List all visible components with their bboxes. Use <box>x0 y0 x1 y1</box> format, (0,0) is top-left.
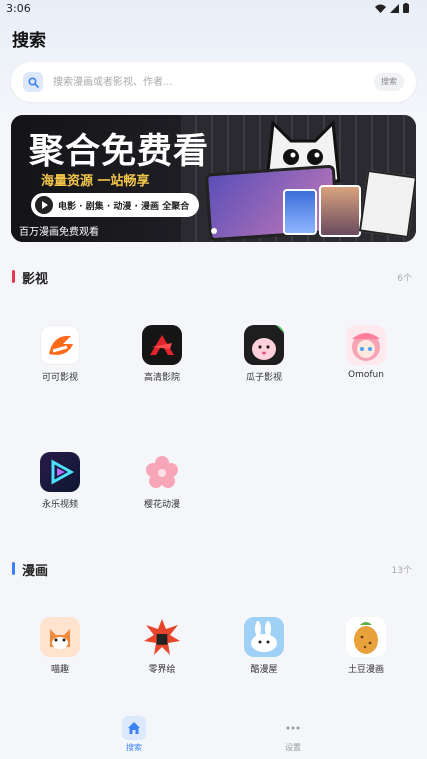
omofun-icon <box>346 325 386 365</box>
app-item[interactable]: 樱花动漫 <box>122 452 202 516</box>
svg-text:■: ■ <box>155 631 168 647</box>
section-title: 漫画 <box>22 564 49 579</box>
gaoqing-icon <box>142 325 182 365</box>
app-item[interactable]: 酷漫屋 <box>224 617 304 681</box>
section-count[interactable]: 6个 <box>397 271 412 284</box>
search-icon <box>23 72 43 92</box>
tab-search[interactable]: 搜索 <box>94 716 174 756</box>
app-name: 瓜子影视 <box>245 373 282 383</box>
status-bar: 3:06 <box>0 0 427 18</box>
page-title: 搜索 <box>12 31 46 51</box>
banner-card-image <box>283 189 317 235</box>
kumanwu-icon <box>244 617 284 657</box>
banner-caption: 百万漫画免费观看 <box>19 227 99 238</box>
app-name: 喵趣 <box>50 665 69 675</box>
banner-pill-text: 电影 · 剧集 · 动漫 · 漫画 全聚合 <box>58 202 190 212</box>
search-button[interactable]: 搜索 <box>374 73 404 91</box>
lingjiehui-icon: ■ <box>142 617 182 657</box>
banner-feature-pill: 电影 · 剧集 · 动漫 · 漫画 全聚合 <box>31 193 199 217</box>
signal-icon <box>390 3 399 13</box>
banner-card-image <box>319 185 361 237</box>
banner-subline: 海量资源 一站畅享 <box>41 174 150 189</box>
wifi-icon <box>375 4 386 13</box>
app-name: 永乐视频 <box>41 500 78 510</box>
carousel-indicator[interactable] <box>211 228 217 234</box>
bottom-tab-bar: 搜索 设置 <box>0 704 427 759</box>
app-item[interactable]: ■ 零界绘 <box>122 617 202 681</box>
app-name: 零界绘 <box>148 665 176 675</box>
home-icon <box>122 716 146 740</box>
app-name: 土豆漫画 <box>347 665 384 675</box>
app-item[interactable]: 高清影院 <box>122 325 202 389</box>
app-item[interactable]: 土豆漫画 <box>326 617 406 681</box>
sakura-icon <box>142 452 182 492</box>
more-icon <box>281 716 305 740</box>
status-icons <box>375 3 409 13</box>
app-item[interactable]: 永乐视频 <box>20 452 100 516</box>
yongle-icon <box>40 452 80 492</box>
tab-settings[interactable]: 设置 <box>253 716 333 756</box>
search-bar[interactable]: 搜索 <box>11 62 416 102</box>
promo-banner[interactable]: 聚合免费看 海量资源 一站畅享 电影 · 剧集 · 动漫 · 漫画 全聚合 百万… <box>11 115 416 242</box>
app-item[interactable]: Omofun <box>326 325 406 389</box>
app-name: 可可影视 <box>41 373 78 383</box>
section-count[interactable]: 13个 <box>392 563 412 576</box>
section-accent-bar <box>12 562 15 575</box>
tab-label: 搜索 <box>126 743 142 752</box>
app-name: 樱花动漫 <box>143 500 180 510</box>
section-accent-bar <box>12 270 15 283</box>
app-item[interactable]: 可可影视 <box>20 325 100 389</box>
search-input[interactable] <box>53 72 353 92</box>
app-name: Omofun <box>348 370 384 380</box>
app-item[interactable]: 喵趣 <box>20 617 100 681</box>
section-header-video: 影视 6个 <box>12 268 416 287</box>
banner-headline: 聚合免费看 <box>29 132 210 172</box>
app-name: 酷漫屋 <box>250 665 278 675</box>
banner-manga-image <box>358 169 416 239</box>
status-time: 3:06 <box>6 2 31 15</box>
guazi-icon <box>244 325 284 365</box>
battery-icon <box>403 3 409 13</box>
play-icon <box>35 196 53 214</box>
app-name: 高清影院 <box>143 373 180 383</box>
keke-icon <box>40 325 80 365</box>
app-item[interactable]: 瓜子影视 <box>224 325 304 389</box>
miaoqu-icon <box>40 617 80 657</box>
section-header-comic: 漫画 13个 <box>12 560 416 579</box>
tudou-icon <box>346 617 386 657</box>
header-background <box>0 0 427 120</box>
section-title: 影视 <box>22 272 49 287</box>
tab-label: 设置 <box>285 743 301 752</box>
